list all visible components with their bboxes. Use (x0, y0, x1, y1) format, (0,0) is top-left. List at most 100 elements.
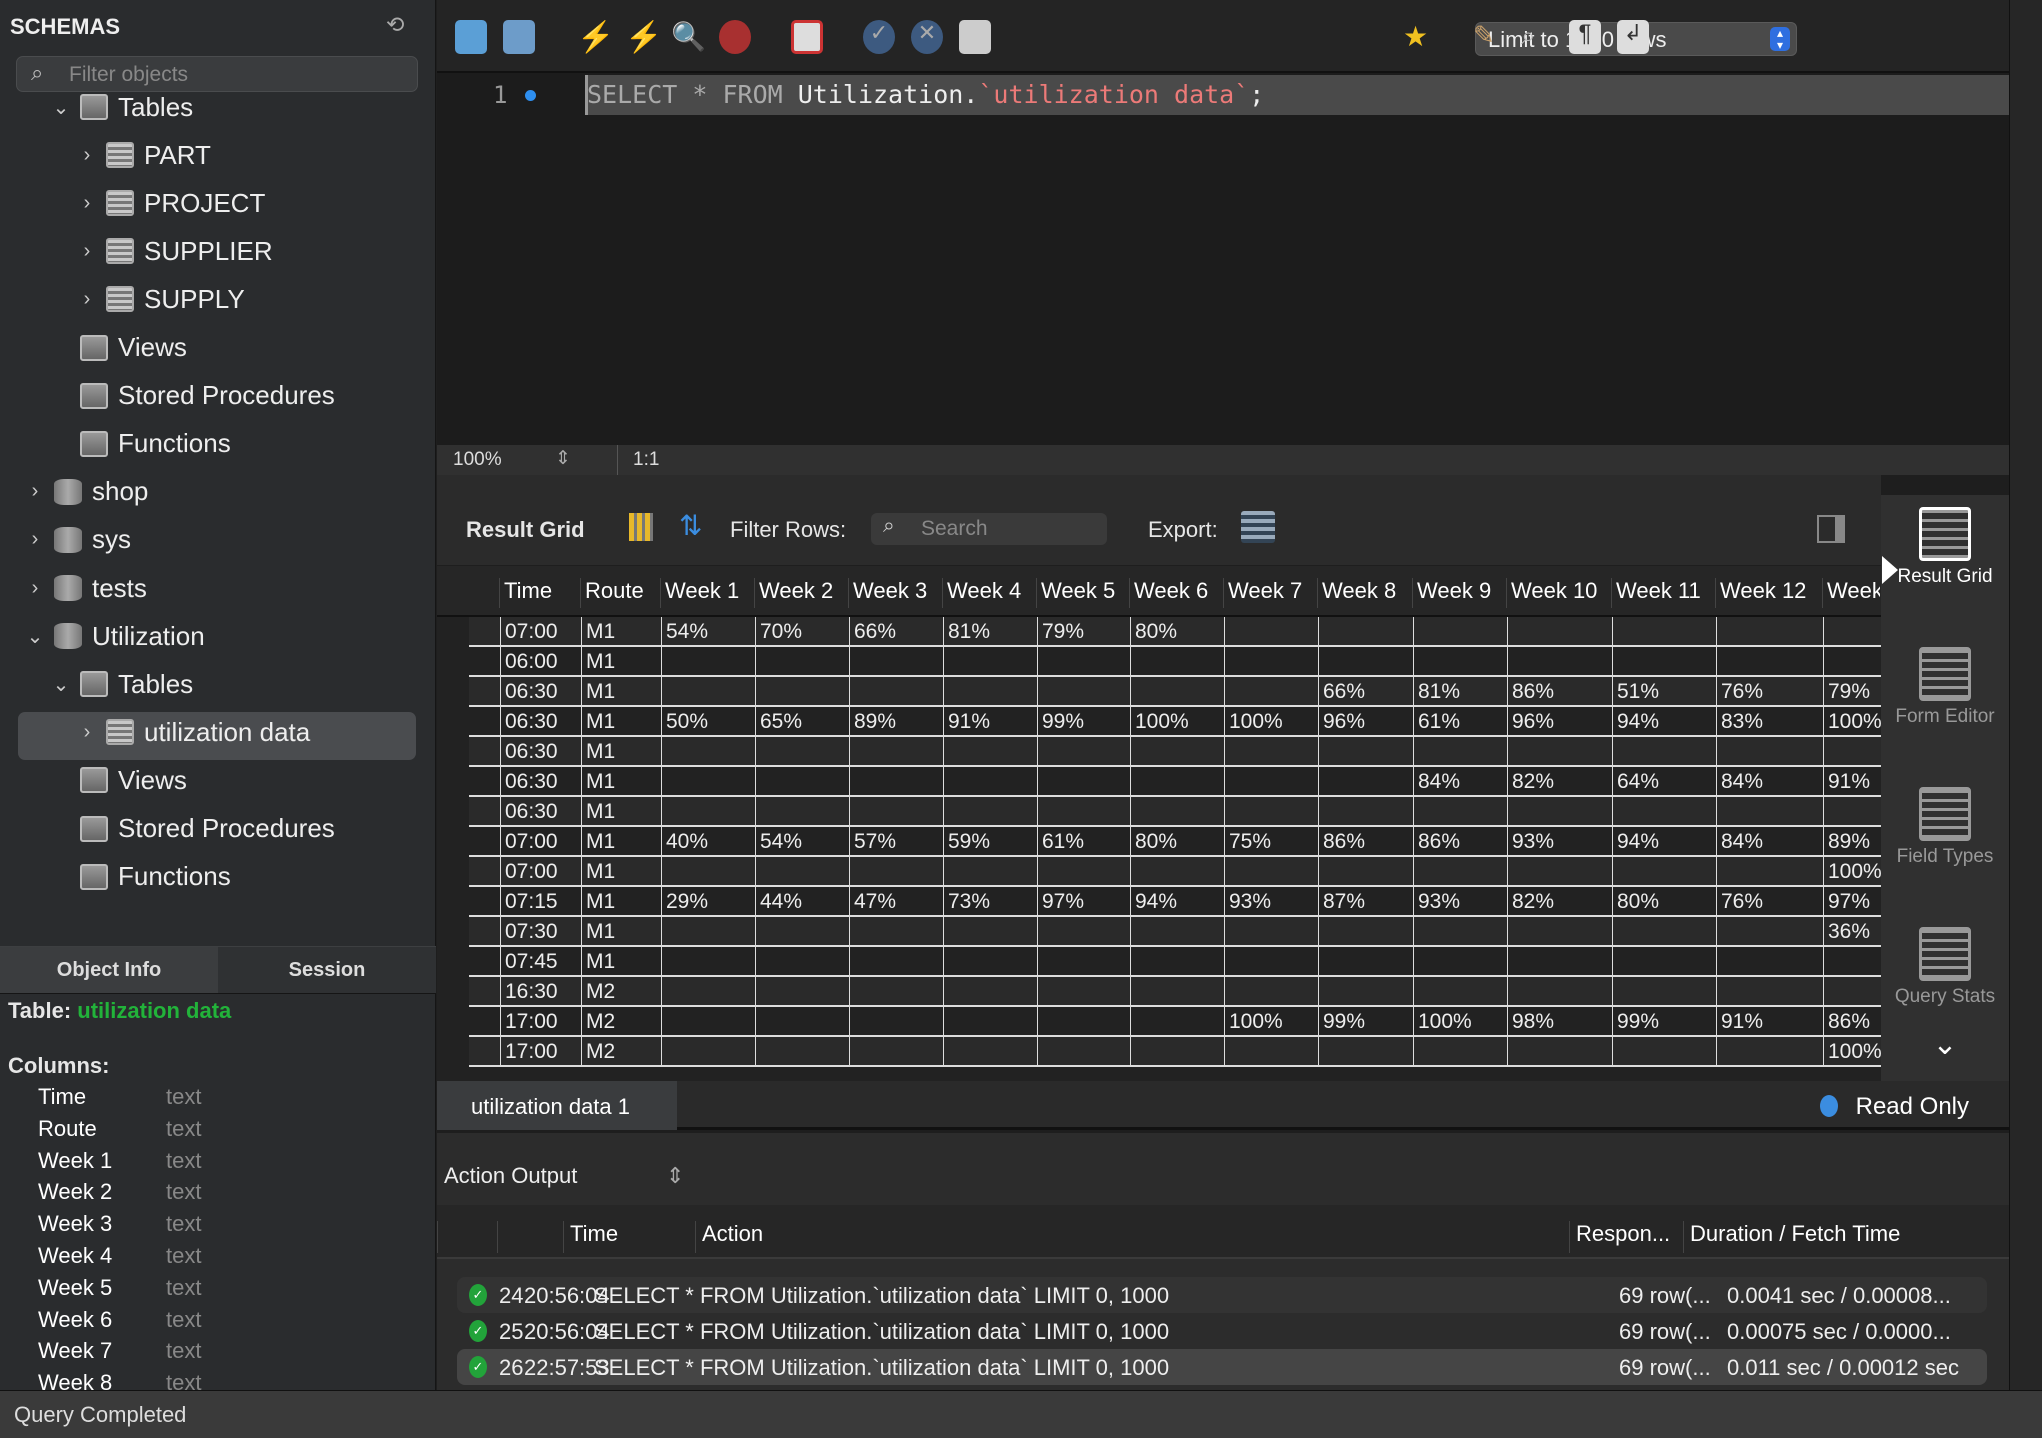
chevron-icon[interactable]: › (74, 721, 100, 744)
table-cell[interactable] (1224, 947, 1318, 975)
table-cell[interactable]: 51% (1612, 677, 1716, 705)
table-cell[interactable]: 86% (1507, 677, 1612, 705)
zoom-level[interactable]: 100% (453, 449, 502, 471)
output-type-select[interactable]: Action Output ⇕ (444, 1163, 684, 1189)
table-cell[interactable]: M1 (581, 647, 661, 675)
output-row[interactable]: ✓ 26 22:57:53 SELECT * FROM Utilization.`ut… (457, 1349, 1987, 1385)
tree-item[interactable]: › PROJECT (74, 183, 266, 223)
table-cell[interactable] (1507, 947, 1612, 975)
table-cell[interactable]: 98% (1507, 1007, 1612, 1035)
table-cell[interactable] (1612, 797, 1716, 825)
table-cell[interactable] (755, 977, 849, 1005)
table-row[interactable]: 06:30 M1 66% 81% 86% 51% 76% 79% (469, 677, 1881, 707)
table-cell[interactable]: 100% (1224, 1007, 1318, 1035)
table-cell[interactable] (661, 917, 755, 945)
table-cell[interactable]: 93% (1413, 887, 1507, 915)
table-cell[interactable]: 07:00 (500, 857, 581, 885)
table-cell[interactable] (661, 1037, 755, 1065)
table-cell[interactable]: 61% (1413, 707, 1507, 735)
table-cell[interactable] (755, 797, 849, 825)
table-cell[interactable] (943, 677, 1037, 705)
table-cell[interactable] (849, 677, 943, 705)
table-cell[interactable] (1037, 1037, 1130, 1065)
table-cell[interactable]: 06:30 (500, 737, 581, 765)
table-cell[interactable] (1224, 647, 1318, 675)
table-cell[interactable]: M2 (581, 977, 661, 1005)
table-cell[interactable] (1716, 917, 1823, 945)
table-cell[interactable] (1130, 917, 1224, 945)
table-cell[interactable]: 75% (1224, 827, 1318, 855)
tree-item[interactable]: › PART (74, 135, 211, 175)
table-cell[interactable] (1037, 947, 1130, 975)
table-cell[interactable] (1130, 737, 1224, 765)
table-cell[interactable] (1318, 647, 1413, 675)
table-cell[interactable] (849, 737, 943, 765)
column-header[interactable]: Week 13 (1822, 578, 1880, 608)
table-cell[interactable]: 07:15 (500, 887, 581, 915)
table-cell[interactable] (943, 737, 1037, 765)
table-cell[interactable] (1224, 797, 1318, 825)
table-cell[interactable] (755, 737, 849, 765)
table-cell[interactable] (1037, 917, 1130, 945)
output-column-header[interactable]: Time (563, 1221, 618, 1253)
table-cell[interactable]: M1 (581, 857, 661, 885)
table-row[interactable]: 06:30 M1 50% 65% 89% 91% 99% 100% 100% 96% 61% 96% 9… (469, 707, 1881, 737)
table-row[interactable]: 07:00 M1 100% (469, 857, 1881, 887)
table-cell[interactable] (943, 797, 1037, 825)
table-cell[interactable] (943, 767, 1037, 795)
chevron-icon[interactable]: › (74, 192, 100, 215)
table-cell[interactable]: M1 (581, 797, 661, 825)
table-cell[interactable] (1037, 977, 1130, 1005)
table-cell[interactable] (755, 1037, 849, 1065)
table-cell[interactable] (1612, 977, 1716, 1005)
table-cell[interactable] (661, 1007, 755, 1035)
table-cell[interactable] (1037, 797, 1130, 825)
table-cell[interactable] (1507, 857, 1612, 885)
wrap-lines-icon[interactable]: ↲ (1617, 20, 1649, 54)
table-cell[interactable] (1823, 647, 1881, 675)
table-cell[interactable]: 81% (1413, 677, 1507, 705)
table-cell[interactable]: 82% (1507, 767, 1612, 795)
table-cell[interactable] (1318, 947, 1413, 975)
table-cell[interactable] (1318, 767, 1413, 795)
execute-icon[interactable]: ⚡ (577, 20, 614, 54)
vertical-scrollbar[interactable] (2009, 0, 2042, 1390)
table-row[interactable]: 07:00 M1 40% 54% 57% 59% 61% 80% 75% 86% 86% 93% 94%… (469, 827, 1881, 857)
table-cell[interactable] (1413, 947, 1507, 975)
table-cell[interactable] (661, 677, 755, 705)
table-cell[interactable]: 100% (1413, 1007, 1507, 1035)
tree-item[interactable]: › sys (22, 520, 131, 560)
tab-object-info[interactable]: Object Info (0, 947, 218, 993)
table-cell[interactable]: 47% (849, 887, 943, 915)
table-cell[interactable] (849, 647, 943, 675)
table-cell[interactable] (943, 917, 1037, 945)
table-cell[interactable] (1612, 857, 1716, 885)
filter-rows-search[interactable]: ⌕ Search (871, 513, 1107, 545)
tree-item[interactable]: Views (48, 328, 187, 368)
tree-item[interactable]: › SUPPLIER (74, 231, 273, 271)
table-row[interactable]: 07:00 M1 54% 70% 66% 81% 79% 80% (469, 617, 1881, 647)
table-cell[interactable]: 50% (661, 707, 755, 735)
table-cell[interactable]: 100% (1823, 707, 1881, 735)
table-cell[interactable] (1716, 947, 1823, 975)
table-cell[interactable] (1224, 617, 1318, 645)
table-cell[interactable] (1823, 947, 1881, 975)
table-cell[interactable]: 94% (1130, 887, 1224, 915)
table-cell[interactable]: 94% (1612, 707, 1716, 735)
table-cell[interactable] (1413, 797, 1507, 825)
side-panel-result-grid[interactable]: Result Grid (1881, 507, 2009, 587)
table-cell[interactable]: M1 (581, 677, 661, 705)
column-header[interactable]: Week 6 (1129, 578, 1223, 608)
table-cell[interactable] (1318, 797, 1413, 825)
chevron-icon[interactable]: ⌄ (22, 624, 48, 649)
tree-item[interactable]: › shop (22, 472, 149, 512)
table-cell[interactable]: M1 (581, 947, 661, 975)
side-panel-query-stats[interactable]: Query Stats (1881, 927, 2009, 1007)
chevron-icon[interactable]: › (22, 528, 48, 551)
table-cell[interactable] (849, 767, 943, 795)
table-cell[interactable] (1612, 1037, 1716, 1065)
table-cell[interactable] (1507, 977, 1612, 1005)
table-cell[interactable] (1130, 647, 1224, 675)
table-cell[interactable] (1037, 767, 1130, 795)
table-cell[interactable] (1507, 797, 1612, 825)
